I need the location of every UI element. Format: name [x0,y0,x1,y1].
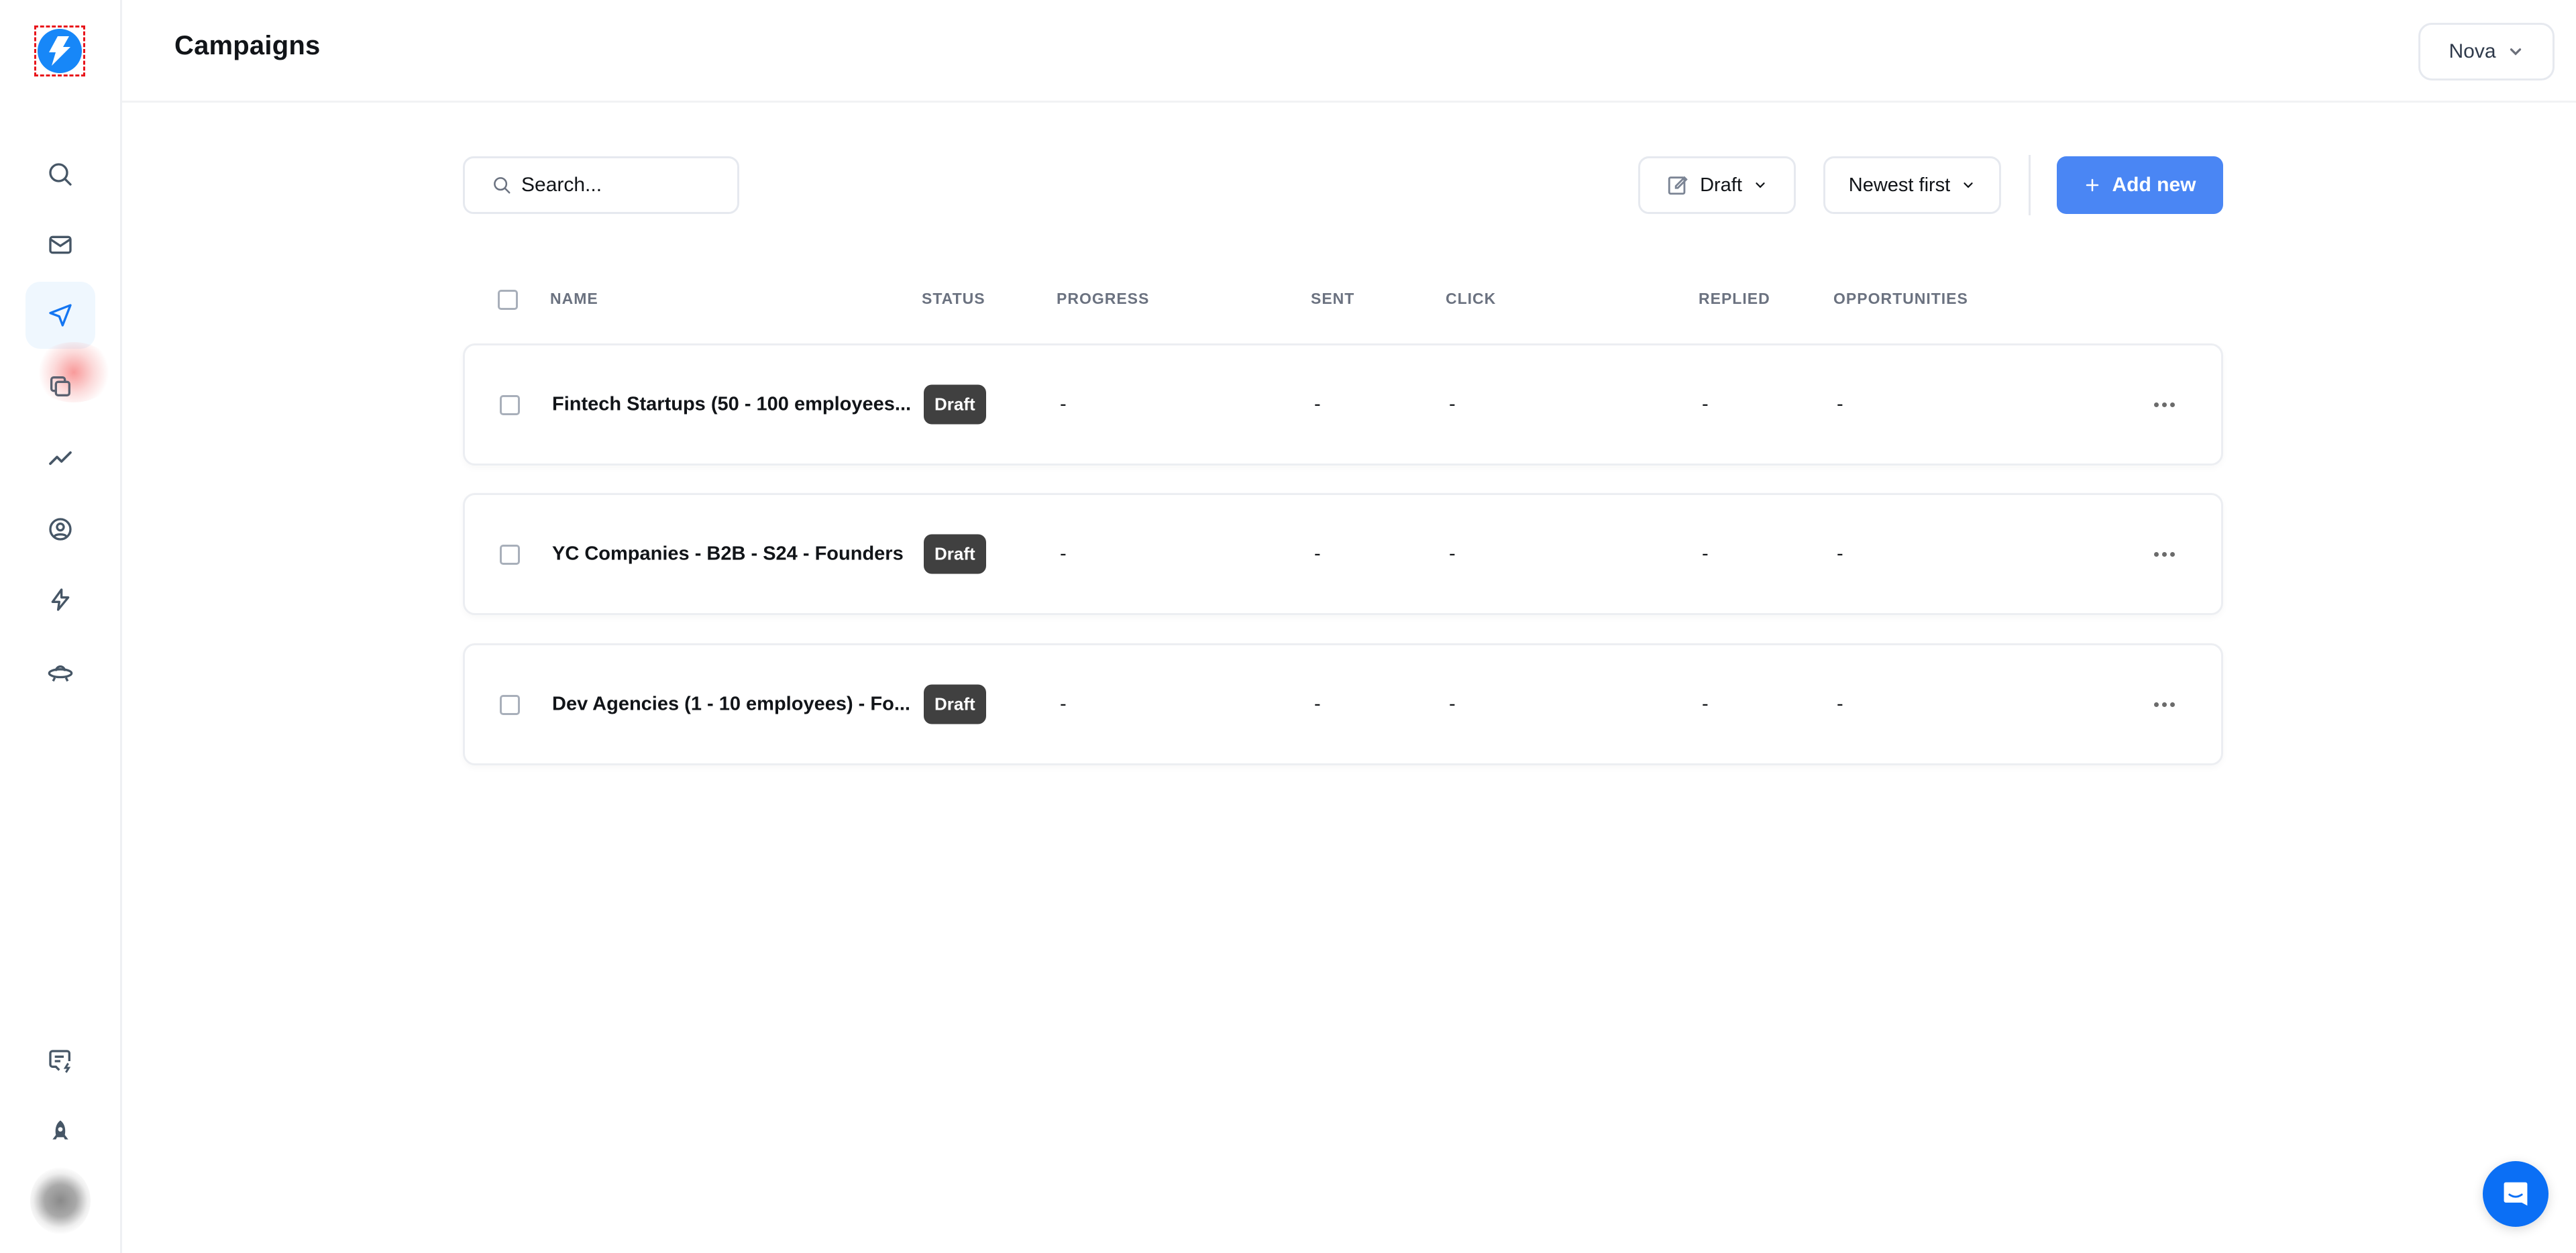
user-circle-icon [49,518,72,541]
avatar[interactable] [30,1167,91,1234]
click-value: - [1449,543,1456,565]
progress-value: - [1060,543,1067,565]
table-row[interactable]: Fintech Startups (50 - 100 employees... … [463,343,2223,466]
chat-launcher-button[interactable] [2483,1161,2548,1227]
column-header-sent[interactable]: SENT [1311,290,1354,308]
workspace-label: Nova [2449,40,2496,62]
sidebar-item-mail[interactable] [25,211,95,278]
lightning-icon [51,588,70,611]
campaign-name[interactable]: YC Companies - B2B - S24 - Founders [552,543,904,565]
row-checkbox[interactable] [500,545,520,565]
sent-value: - [1314,543,1321,565]
plus-icon [2086,178,2098,192]
lightning-logo-icon [38,29,82,73]
ufo-icon [48,665,73,682]
sent-value: - [1314,693,1321,715]
status-filter-dropdown[interactable]: Draft [1638,156,1796,214]
mail-icon [49,235,72,254]
status-badge: Draft [924,684,986,724]
column-header-progress[interactable]: PROGRESS [1057,290,1149,308]
status-filter-label: Draft [1700,174,1742,196]
replied-value: - [1702,393,1709,415]
opportunities-value: - [1837,543,1843,565]
sort-label: Newest first [1848,174,1951,196]
row-checkbox[interactable] [500,395,520,415]
more-options-icon[interactable] [2151,691,2178,718]
search-input[interactable] [521,174,722,197]
search-box[interactable] [463,156,739,214]
more-options-icon[interactable] [2151,391,2178,418]
status-badge: Draft [924,384,986,425]
sidebar-item-ufo[interactable] [25,639,95,706]
app-logo[interactable] [34,25,85,76]
message-bolt-icon [49,1050,71,1073]
search-icon [49,163,72,186]
page-title: Campaigns [174,31,321,60]
sort-dropdown[interactable]: Newest first [1823,156,2001,214]
table-header: NAME STATUS PROGRESS SENT CLICK REPLIED … [463,282,2223,317]
chevron-down-icon [1964,182,1973,188]
search-icon [494,177,511,194]
toolbar-divider [2029,155,2031,215]
column-header-click[interactable]: CLICK [1446,290,1496,308]
table-row[interactable]: YC Companies - B2B - S24 - Founders Draf… [463,493,2223,615]
select-all-checkbox[interactable] [498,290,518,310]
table-row[interactable]: Dev Agencies (1 - 10 employees) - Fo... … [463,643,2223,765]
sidebar-item-templates[interactable] [25,353,95,420]
sidebar-item-search[interactable] [25,141,95,208]
column-header-name[interactable]: NAME [550,290,598,308]
replied-value: - [1702,543,1709,565]
column-header-status[interactable]: STATUS [922,290,985,308]
sent-value: - [1314,393,1321,415]
click-value: - [1449,393,1456,415]
trend-icon [49,451,72,466]
add-new-button[interactable]: Add new [2057,156,2223,214]
progress-value: - [1060,393,1067,415]
campaign-name[interactable]: Dev Agencies (1 - 10 employees) - Fo... [552,694,910,716]
chat-icon [2504,1182,2528,1206]
column-header-opportunities[interactable]: OPPORTUNITIES [1833,290,1968,308]
sidebar-item-campaigns[interactable] [25,282,95,349]
sidebar-item-feedback[interactable] [25,1028,95,1095]
chevron-down-icon [2510,48,2521,56]
status-badge: Draft [924,534,986,574]
sidebar-item-launch[interactable] [25,1098,95,1165]
opportunities-value: - [1837,693,1843,715]
click-value: - [1449,693,1456,715]
opportunities-value: - [1837,393,1843,415]
sidebar-item-analytics[interactable] [25,425,95,492]
column-header-replied[interactable]: REPLIED [1699,290,1770,308]
send-icon [49,304,72,327]
rocket-icon [52,1120,68,1140]
row-checkbox[interactable] [500,695,520,715]
sidebar-item-crm[interactable] [25,496,95,563]
copy-icon [50,376,71,396]
replied-value: - [1702,693,1709,715]
chevron-down-icon [1756,182,1765,188]
edit-icon [1668,176,1688,195]
page-header: Campaigns Nova [122,0,2576,103]
sidebar [0,0,122,1253]
campaign-name[interactable]: Fintech Startups (50 - 100 employees... [552,394,911,416]
add-new-label: Add new [2112,174,2196,196]
workspace-dropdown[interactable]: Nova [2418,23,2555,80]
more-options-icon[interactable] [2151,541,2178,567]
progress-value: - [1060,693,1067,715]
sidebar-item-automations[interactable] [25,566,95,633]
